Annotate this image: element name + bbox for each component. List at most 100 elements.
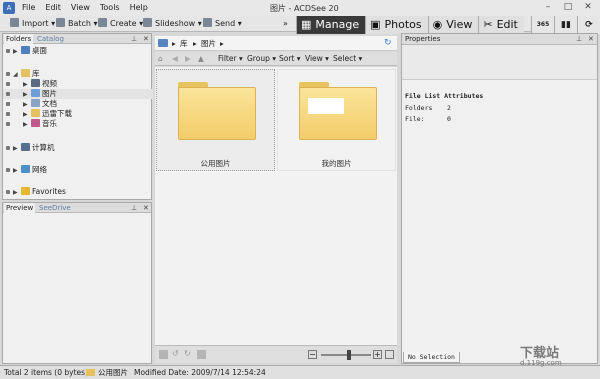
delete-icon[interactable] <box>197 350 206 359</box>
create-icon <box>98 18 107 27</box>
folder-icon <box>299 82 377 140</box>
view-menu[interactable]: View ▾ <box>305 52 329 66</box>
status-folder: 公用图片 <box>98 368 128 377</box>
status-modified: Modified Date: 2009/7/14 12:54:24 <box>134 368 266 377</box>
tree-item-downloads[interactable]: ▶ 迅雷下载 <box>3 109 153 119</box>
tree-item-library[interactable]: ◢ 库 <box>3 69 153 79</box>
preview-panel: Preview SeeDrive ⊥ ✕ <box>2 202 152 364</box>
breadcrumb-library[interactable]: 库 <box>180 36 188 51</box>
thumbnail-icon[interactable] <box>159 350 168 359</box>
folders-label: Folders <box>405 104 433 112</box>
view-mode-icon[interactable] <box>385 350 394 359</box>
breadcrumb-pictures[interactable]: 图片 <box>201 36 216 51</box>
import-icon <box>10 18 19 27</box>
menu-file[interactable]: File <box>22 3 35 12</box>
batch-icon <box>56 18 65 27</box>
pin-icon[interactable]: ⊥ <box>131 203 137 213</box>
tree-item-music[interactable]: ▶ 音乐 <box>3 119 153 129</box>
up-icon[interactable]: ▲ <box>198 52 204 66</box>
file-item[interactable]: 公用图片 <box>156 69 275 171</box>
tree-item-desktop[interactable]: ▶ 桌面 <box>3 46 153 56</box>
import-button[interactable]: Import ▾ <box>10 17 55 31</box>
tree-item-documents[interactable]: ▶ 文档 <box>3 99 153 109</box>
chevron-right-icon: ▸ <box>172 39 176 48</box>
close-panel-icon[interactable]: ✕ <box>143 34 149 44</box>
zoom-slider[interactable] <box>321 354 371 356</box>
menu-help[interactable]: Help <box>130 3 148 12</box>
window-controls: – □ ✕ <box>538 1 598 14</box>
slideshow-button[interactable]: Slideshow ▾ <box>143 17 202 31</box>
close-panel-icon[interactable]: ✕ <box>143 203 149 213</box>
file-name: 公用图片 <box>200 159 231 168</box>
acdsee-365-icon[interactable]: 365 <box>531 16 554 34</box>
create-button[interactable]: Create ▾ <box>98 17 143 31</box>
menu-edit[interactable]: Edit <box>45 3 61 12</box>
tree-item-network[interactable]: ▶ 网络 <box>3 165 153 175</box>
tree-item-favorites[interactable]: ▶ Favorites <box>3 187 153 197</box>
video-icon <box>31 79 40 87</box>
documents-icon <box>31 99 40 107</box>
file-list-bottom-bar: ↺ ↻ − + <box>155 345 397 363</box>
properties-title: Properties <box>405 35 441 43</box>
minimize-icon[interactable]: – <box>538 1 558 14</box>
tab-seedrive[interactable]: SeeDrive <box>37 203 73 213</box>
tab-preview[interactable]: Preview <box>4 203 36 213</box>
tab-folders[interactable]: Folders <box>4 34 34 44</box>
zoom-slider-handle[interactable] <box>347 350 351 360</box>
attributes-header: File List Attributes <box>405 92 484 100</box>
eye-icon: ◉ <box>432 18 443 31</box>
rotate-right-icon[interactable]: ↻ <box>184 349 191 358</box>
file-list: 公用图片 我的图片 <box>155 67 397 345</box>
zoom-in-icon[interactable]: + <box>373 350 382 359</box>
expand-arrow-icon[interactable]: ▶ <box>13 47 21 57</box>
menu-view[interactable]: View <box>71 3 90 12</box>
select-menu[interactable]: Select ▾ <box>333 52 362 66</box>
filter-menu[interactable]: Filter ▾ <box>218 52 243 66</box>
toolbar-overflow-button[interactable]: » <box>283 17 288 31</box>
file-item[interactable]: 我的图片 <box>277 69 396 171</box>
menu-tools[interactable]: Tools <box>100 3 120 12</box>
file-name: 我的图片 <box>321 159 352 168</box>
folders-value: 2 <box>447 104 451 112</box>
tab-manage[interactable]: ▦ Manage <box>296 16 366 34</box>
grid-icon: ▦ <box>301 18 312 31</box>
home-icon[interactable]: ⌂ <box>158 52 163 66</box>
mode-tabs: ▦ Manage ▣ Photos ◉ View ✂ Edit <box>296 16 524 34</box>
window-title: 图片 - ACDSee 20 <box>270 4 339 13</box>
pin-icon[interactable]: ⊥ <box>576 34 582 44</box>
tab-edit[interactable]: ✂ Edit <box>478 16 524 34</box>
zoom-out-icon[interactable]: − <box>308 350 317 359</box>
dashboard-chart-icon[interactable]: ▮▮ <box>554 16 577 34</box>
group-menu[interactable]: Group ▾ <box>247 52 276 66</box>
batch-button[interactable]: Batch ▾ <box>56 17 98 31</box>
pin-icon[interactable]: ⊥ <box>131 34 137 44</box>
back-icon[interactable]: ◀ <box>172 52 178 66</box>
rotate-left-icon[interactable]: ↺ <box>172 349 179 358</box>
tree-item-pictures[interactable]: ▶ 图片 <box>3 89 153 99</box>
menu-bar: File Edit View Tools Help <box>22 3 148 12</box>
close-icon[interactable]: ✕ <box>578 1 598 14</box>
tree-item-videos[interactable]: ▶ 视频 <box>3 79 153 89</box>
library-icon <box>21 69 30 77</box>
watermark-url: d.119g.com <box>520 359 562 367</box>
sync-icon[interactable]: ⟳ <box>577 16 600 34</box>
network-icon <box>21 165 30 173</box>
maximize-icon[interactable]: □ <box>558 1 578 14</box>
star-icon <box>21 187 30 195</box>
acdsee-logo-icon: A <box>3 2 15 14</box>
chevron-right-icon[interactable]: ▸ <box>220 36 224 51</box>
tab-photos[interactable]: ▣ Photos <box>365 16 428 34</box>
tab-no-selection[interactable]: No Selection <box>403 352 460 363</box>
sort-menu[interactable]: Sort ▾ <box>279 52 301 66</box>
folder-icon <box>178 82 256 140</box>
tree-item-computer[interactable]: ▶ 计算机 <box>3 143 153 153</box>
refresh-icon[interactable]: ↻ <box>384 36 392 51</box>
tab-catalog[interactable]: Catalog <box>35 34 66 44</box>
files-label: File: <box>405 115 425 123</box>
close-panel-icon[interactable]: ✕ <box>588 34 594 44</box>
properties-panel: Properties ⊥ ✕ File List Attributes Fold… <box>401 33 598 364</box>
tab-view[interactable]: ◉ View <box>427 16 479 34</box>
chevron-right-icon: ▸ <box>193 39 197 48</box>
forward-icon[interactable]: ▶ <box>185 52 191 66</box>
send-button[interactable]: Send ▾ <box>203 17 242 31</box>
